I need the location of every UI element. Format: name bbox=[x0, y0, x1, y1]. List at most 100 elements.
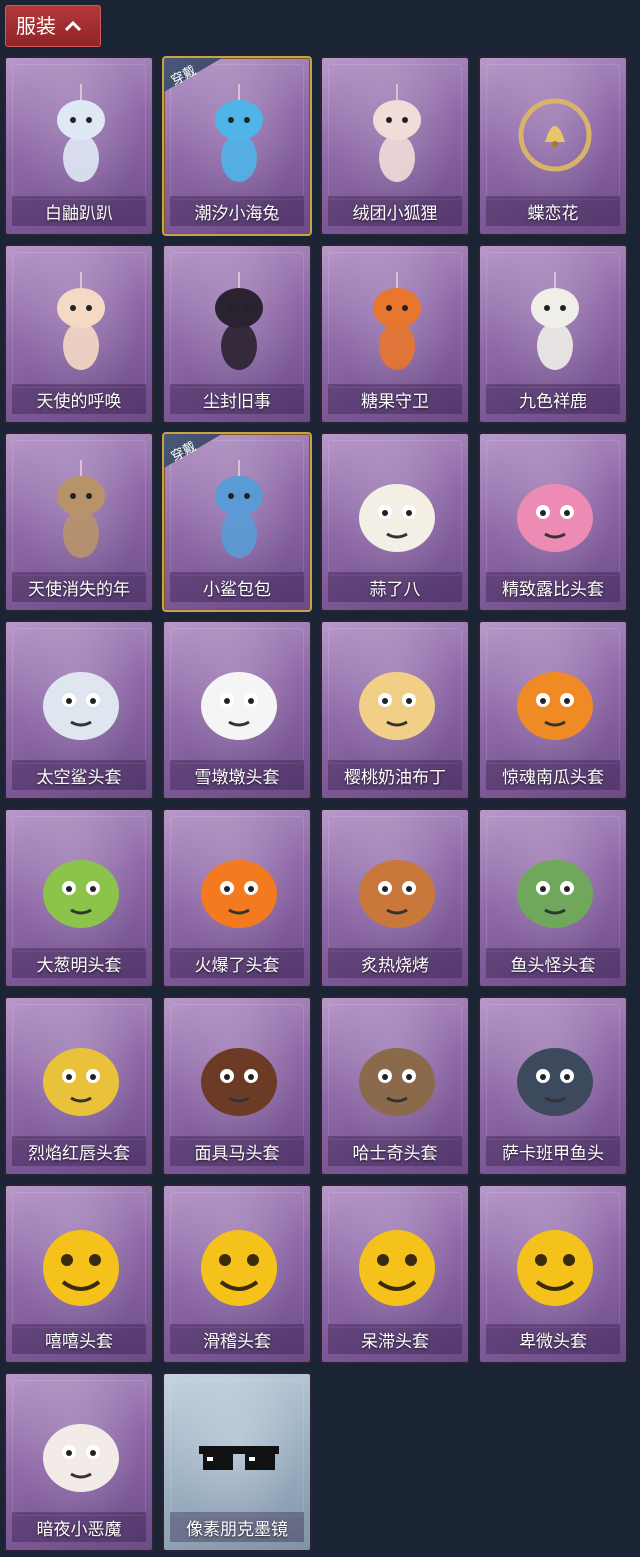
costume-label-bar: 卑微头套 bbox=[486, 1324, 620, 1354]
costume-label-bar: 像素朋克墨镜 bbox=[170, 1512, 304, 1542]
space-shark-icon bbox=[43, 672, 119, 740]
costume-tab-label: 服装 bbox=[16, 14, 56, 38]
costume-label-bar: 鱼头怪头套 bbox=[486, 948, 620, 978]
pixel-sunglasses-icon bbox=[199, 1446, 279, 1470]
costume-label-bar: 雪墩墩头套 bbox=[170, 760, 304, 790]
costume-label-bar: 天使的呼唤 bbox=[12, 384, 146, 414]
costume-card[interactable]: 雪墩墩头套 bbox=[162, 620, 312, 800]
costume-card[interactable]: 糖果守卫 bbox=[320, 244, 470, 424]
costume-card[interactable]: 蒜了八 bbox=[320, 432, 470, 612]
costume-label-bar: 呆滞头套 bbox=[328, 1324, 462, 1354]
costume-card[interactable]: 火爆了头套 bbox=[162, 808, 312, 988]
deer-icon bbox=[531, 272, 579, 370]
costume-card[interactable]: 鱼头怪头套 bbox=[478, 808, 628, 988]
costume-name: 火爆了头套 bbox=[194, 955, 280, 976]
costume-name: 太空鲨头套 bbox=[36, 767, 122, 788]
costume-name: 天使消失的年 bbox=[28, 579, 130, 600]
costume-name: 卑微头套 bbox=[519, 1331, 587, 1352]
costume-card[interactable]: 尘封旧事 bbox=[162, 244, 312, 424]
costume-name: 惊魂南瓜头套 bbox=[502, 767, 604, 788]
costume-card[interactable]: 面具马头套 bbox=[162, 996, 312, 1176]
costume-card[interactable]: 精致露比头套 bbox=[478, 432, 628, 612]
costume-name: 绒团小狐狸 bbox=[352, 203, 438, 224]
costume-label-bar: 白鼬趴趴 bbox=[12, 196, 146, 226]
pumpkin-icon bbox=[517, 672, 593, 740]
costume-label-bar: 潮汐小海兔 bbox=[170, 196, 304, 226]
costume-label-bar: 大葱明头套 bbox=[12, 948, 146, 978]
costume-label-bar: 滑稽头套 bbox=[170, 1324, 304, 1354]
costume-card[interactable]: 白鼬趴趴 bbox=[4, 56, 154, 236]
devil-mask-icon bbox=[43, 1424, 119, 1492]
costume-card[interactable]: 暗夜小恶魔 bbox=[4, 1372, 154, 1552]
horse-head-icon bbox=[201, 1048, 277, 1116]
costume-name: 白鼬趴趴 bbox=[45, 203, 113, 224]
costume-card[interactable]: 惊魂南瓜头套 bbox=[478, 620, 628, 800]
costume-name: 鱼头怪头套 bbox=[510, 955, 596, 976]
costume-card[interactable]: 呆滞头套 bbox=[320, 1184, 470, 1364]
costume-card[interactable]: 天使的呼唤 bbox=[4, 244, 154, 424]
costume-label-bar: 暗夜小恶魔 bbox=[12, 1512, 146, 1542]
costume-card[interactable]: 小鲨包包 穿戴 bbox=[162, 432, 312, 612]
veiled-doll-icon bbox=[57, 460, 105, 558]
costume-card[interactable]: 嘻嘻头套 bbox=[4, 1184, 154, 1364]
costume-name: 萨卡班甲鱼头 bbox=[502, 1143, 604, 1164]
costume-card[interactable]: 潮汐小海兔 穿戴 bbox=[162, 56, 312, 236]
costume-name: 尘封旧事 bbox=[203, 391, 271, 412]
costume-card[interactable]: 樱桃奶油布丁 bbox=[320, 620, 470, 800]
fish-head-icon bbox=[517, 860, 593, 928]
yellow-mask-icon bbox=[43, 1048, 119, 1116]
costume-name: 嘻嘻头套 bbox=[45, 1331, 113, 1352]
costume-tab[interactable]: 服装 bbox=[5, 5, 101, 47]
costume-label-bar: 蒜了八 bbox=[328, 572, 462, 602]
costume-name: 大葱明头套 bbox=[36, 955, 122, 976]
grin-emoji-icon bbox=[43, 1230, 119, 1306]
costume-label-bar: 嘻嘻头套 bbox=[12, 1324, 146, 1354]
costume-label-bar: 烈焰红唇头套 bbox=[12, 1136, 146, 1166]
costume-label-bar: 惊魂南瓜头套 bbox=[486, 760, 620, 790]
costume-name: 雪墩墩头套 bbox=[194, 767, 280, 788]
snowman-icon bbox=[201, 672, 277, 740]
costume-card[interactable]: 烈焰红唇头套 bbox=[4, 996, 154, 1176]
costume-card[interactable]: 蝶恋花 bbox=[478, 56, 628, 236]
barbecue-icon bbox=[359, 860, 435, 928]
costume-name: 潮汐小海兔 bbox=[194, 203, 280, 224]
pink-beaver-icon bbox=[517, 484, 593, 552]
costume-name: 呆滞头套 bbox=[361, 1331, 429, 1352]
garlic-icon bbox=[359, 484, 435, 552]
costume-label-bar: 天使消失的年 bbox=[12, 572, 146, 602]
costume-name: 哈士奇头套 bbox=[352, 1143, 438, 1164]
costume-card[interactable]: 太空鲨头套 bbox=[4, 620, 154, 800]
costume-card[interactable]: 哈士奇头套 bbox=[320, 996, 470, 1176]
costume-card[interactable]: 天使消失的年 bbox=[4, 432, 154, 612]
costume-name: 精致露比头套 bbox=[502, 579, 604, 600]
shark-bag-icon bbox=[215, 460, 263, 558]
scallion-icon bbox=[43, 860, 119, 928]
costume-card[interactable]: 滑稽头套 bbox=[162, 1184, 312, 1364]
costume-name: 蝶恋花 bbox=[527, 203, 579, 224]
costume-name: 天使的呼唤 bbox=[36, 391, 122, 412]
costume-card[interactable]: 九色祥鹿 bbox=[478, 244, 628, 424]
costume-label-bar: 尘封旧事 bbox=[170, 384, 304, 414]
armored-fish-icon bbox=[517, 1048, 593, 1116]
costume-label-bar: 面具马头套 bbox=[170, 1136, 304, 1166]
costume-name: 面具马头套 bbox=[194, 1143, 280, 1164]
costume-name: 九色祥鹿 bbox=[519, 391, 587, 412]
angel-doll-icon bbox=[57, 272, 105, 370]
humble-emoji-icon bbox=[517, 1230, 593, 1306]
costume-grid: 白鼬趴趴 潮汐小海兔 穿戴 绒团小狐狸 蝶恋花 天使的呼唤 尘封旧事 糖果守卫 九… bbox=[4, 56, 628, 1552]
white-ferret-icon bbox=[57, 84, 105, 182]
costume-name: 小鲨包包 bbox=[203, 579, 271, 600]
costume-card[interactable]: 大葱明头套 bbox=[4, 808, 154, 988]
costume-name: 炙热烧烤 bbox=[361, 955, 429, 976]
costume-card[interactable]: 像素朋克墨镜 bbox=[162, 1372, 312, 1552]
costume-label-bar: 哈士奇头套 bbox=[328, 1136, 462, 1166]
costume-label-bar: 火爆了头套 bbox=[170, 948, 304, 978]
costume-card[interactable]: 绒团小狐狸 bbox=[320, 56, 470, 236]
costume-card[interactable]: 炙热烧烤 bbox=[320, 808, 470, 988]
costume-card[interactable]: 卑微头套 bbox=[478, 1184, 628, 1364]
pumpkin-guard-icon bbox=[373, 272, 421, 370]
costume-label-bar: 蝶恋花 bbox=[486, 196, 620, 226]
funny-emoji-icon bbox=[201, 1230, 277, 1306]
costume-card[interactable]: 萨卡班甲鱼头 bbox=[478, 996, 628, 1176]
costume-name: 暗夜小恶魔 bbox=[36, 1519, 122, 1540]
